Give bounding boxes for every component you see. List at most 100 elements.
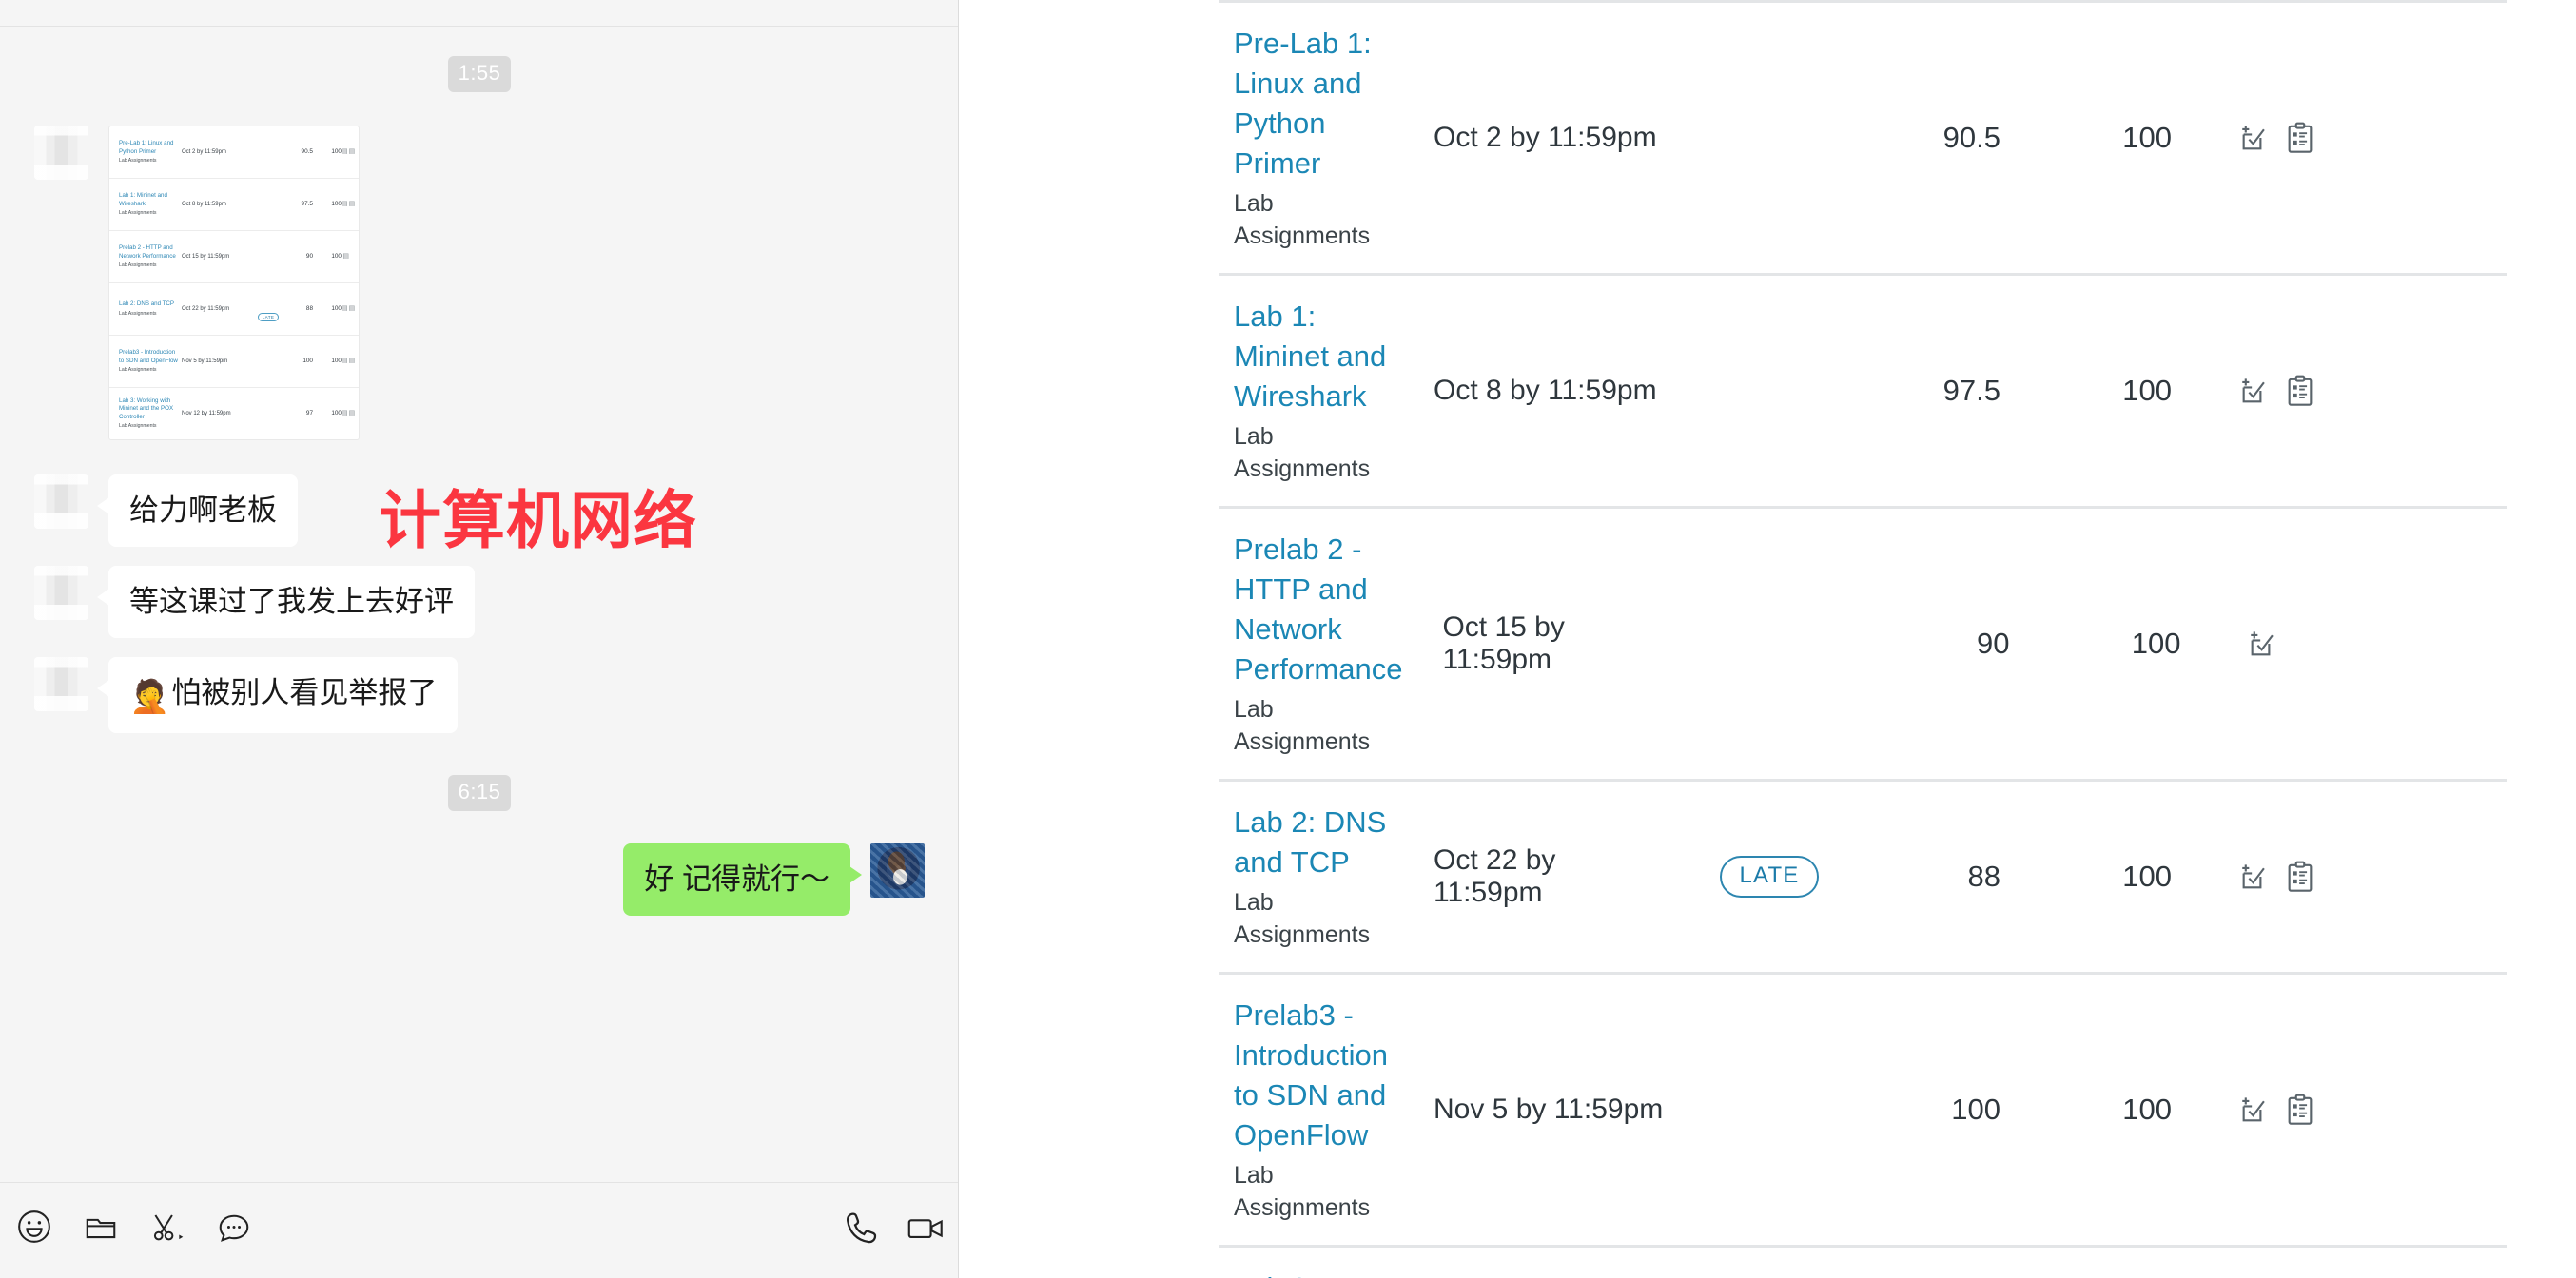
score-details-icon[interactable] <box>2238 861 2271 893</box>
score-cell: 88 <box>305 305 313 312</box>
out-of-cell: 100 <box>2131 627 2181 660</box>
table-row: Lab 1: Mininet and Wireshark Lab Assignm… <box>109 179 359 231</box>
row-icons: ▤▤ <box>342 148 357 155</box>
late-status-badge: LATE <box>1720 856 1819 898</box>
assignment-name-cell: Lab 3: Working with Mininet and the POX … <box>119 397 182 430</box>
table-row[interactable]: Prelab 2 - HTTP and Network Performance … <box>1219 506 2507 779</box>
chat-history-icon[interactable] <box>213 1206 255 1248</box>
rubric-icon[interactable] <box>2286 861 2314 893</box>
table-row[interactable]: Lab 3: Working with Mininet and the POX … <box>1219 1245 2507 1278</box>
assignment-link[interactable]: Prelab 2 - HTTP and Network Performance <box>1234 530 1402 689</box>
score-details-icon[interactable] <box>2238 375 2271 407</box>
image-message-bubble[interactable]: Pre-Lab 1: Linux and Python Primer Lab A… <box>108 126 360 440</box>
chat-message-image: Pre-Lab 1: Linux and Python Primer Lab A… <box>0 126 958 440</box>
assignment-name-cell: Lab 2: DNS and TCP Lab Assignments <box>119 300 182 317</box>
assignment-link[interactable]: Prelab3 - Introduction to SDN and OpenFl… <box>1234 996 1394 1155</box>
avatar[interactable] <box>34 126 88 180</box>
assignment-name-cell: Prelab 2 - HTTP and Network Performance … <box>1219 530 1402 758</box>
score-cell: 97.5 <box>1942 374 2000 407</box>
table-row[interactable]: Lab 1: Mininet and Wireshark Lab Assignm… <box>1219 273 2507 506</box>
scissors-icon[interactable] <box>146 1206 188 1248</box>
assignment-group-label: Lab Assignments <box>1234 696 1371 755</box>
due-date-cell: Oct 22 by 11:59pm <box>1434 844 1556 908</box>
chat-message-list[interactable]: 1:55 Pre-Lab 1: Linux and Python Primer … <box>0 28 958 1181</box>
timestamp-label: 1:55 <box>447 56 512 92</box>
score-cell: 88 <box>1967 860 2000 893</box>
rubric-icon[interactable] <box>2286 122 2314 154</box>
assignment-link[interactable]: Lab 3: Working with Mininet and the POX … <box>1234 1268 1394 1278</box>
assignment-link[interactable]: Lab 2: DNS and TCP <box>1234 803 1394 882</box>
assignment-name-cell: Prelab 2 - HTTP and Network Performance … <box>119 244 182 268</box>
due-date-cell: Oct 22 by 11:59pm <box>182 306 230 312</box>
chat-message-outgoing: 好 记得就行～ <box>0 843 958 916</box>
table-row[interactable]: Prelab3 - Introduction to SDN and OpenFl… <box>1219 972 2507 1245</box>
assignment-group: Lab Assignments <box>119 310 157 317</box>
score-details-icon[interactable] <box>2238 1094 2271 1126</box>
emoji-smiley-icon[interactable] <box>13 1206 55 1248</box>
folder-icon[interactable] <box>80 1206 122 1248</box>
assignment-name-cell: Lab 3: Working with Mininet and the POX … <box>1219 1268 1394 1278</box>
score-cell: 90.5 <box>1942 121 2000 154</box>
rubric-icon[interactable] <box>2286 1094 2314 1126</box>
assignment-group-label: Lab Assignments <box>1234 190 1371 249</box>
avatar[interactable] <box>870 843 925 898</box>
avatar[interactable] <box>34 566 88 620</box>
assignment-link[interactable]: Prelab 2 - HTTP and Network Performance <box>119 244 182 260</box>
assignment-name-cell: Pre-Lab 1: Linux and Python Primer Lab A… <box>1219 24 1394 252</box>
out-of-cell: 100 <box>2122 860 2172 893</box>
table-row[interactable]: Pre-Lab 1: Linux and Python Primer Lab A… <box>1219 0 2507 273</box>
table-row: Lab 3: Working with Mininet and the POX … <box>109 388 359 439</box>
score-cell: 97.5 <box>301 201 313 207</box>
due-date-cell: Nov 5 by 11:59pm <box>182 358 228 364</box>
chat-timestamp-divider: 1:55 <box>0 56 958 92</box>
status-cell: LATE <box>1669 856 1869 898</box>
phone-icon[interactable] <box>841 1208 883 1249</box>
out-of-cell: 100 <box>2122 121 2172 154</box>
canvas-grades-page: Pre-Lab 1: Linux and Python Primer Lab A… <box>960 0 2576 1278</box>
assignment-link[interactable]: Lab 3: Working with Mininet and the POX … <box>119 397 182 421</box>
assignment-name-cell: Lab 1: Mininet and Wireshark Lab Assignm… <box>1219 297 1394 485</box>
assignment-name-cell: Lab 2: DNS and TCP Lab Assignments <box>1219 803 1394 951</box>
assignment-group: Lab Assignments <box>119 157 157 164</box>
score-details-icon[interactable] <box>2238 122 2271 154</box>
assignment-link[interactable]: Lab 2: DNS and TCP <box>119 300 182 308</box>
due-date-cell: Oct 15 by 11:59pm <box>182 254 230 260</box>
message-bubble[interactable]: 好 记得就行～ <box>623 843 862 916</box>
due-date-cell: Oct 15 by 11:59pm <box>1442 611 1565 675</box>
message-bubble[interactable]: 等这课过了我发上去好评 <box>97 566 475 638</box>
score-details-icon[interactable] <box>2247 628 2279 660</box>
table-row: Lab 2: DNS and TCP Lab Assignments Oct 2… <box>109 283 359 336</box>
video-camera-icon[interactable] <box>906 1208 947 1249</box>
watermark-text: 计算机网络 <box>379 484 697 557</box>
wechat-chat-window: 1:55 Pre-Lab 1: Linux and Python Primer … <box>0 0 959 1278</box>
assignment-link[interactable]: Pre-Lab 1: Linux and Python Primer <box>119 140 182 155</box>
out-of-cell: 100 <box>331 253 342 260</box>
score-cell: 90 <box>1976 627 2010 660</box>
due-date-cell: Oct 2 by 11:59pm <box>1434 122 1657 153</box>
table-row: Prelab 2 - HTTP and Network Performance … <box>109 231 359 283</box>
assignment-link[interactable]: Prelab3 - Introduction to SDN and OpenFl… <box>119 349 182 364</box>
chat-message-incoming: 🤦怕被别人看见举报了 <box>0 657 958 733</box>
score-cell: 100 <box>1951 1093 2000 1126</box>
grades-screenshot-thumbnail[interactable]: Pre-Lab 1: Linux and Python Primer Lab A… <box>108 126 360 440</box>
assignment-link[interactable]: Lab 1: Mininet and Wireshark <box>1234 297 1394 416</box>
assignment-group: Lab Assignments <box>119 209 157 216</box>
avatar[interactable] <box>34 657 88 711</box>
score-cell: 100 <box>302 358 313 364</box>
message-bubble[interactable]: 🤦怕被别人看见举报了 <box>96 657 459 733</box>
assignment-group: Lab Assignments <box>119 422 157 429</box>
facepalm-emoji-icon: 🤦 <box>129 679 170 715</box>
message-text: 怕被别人看见举报了 <box>171 676 438 709</box>
rubric-icon[interactable] <box>2286 375 2314 407</box>
assignment-link[interactable]: Lab 1: Mininet and Wireshark <box>119 192 182 207</box>
assignment-name-cell: Prelab3 - Introduction to SDN and OpenFl… <box>119 349 182 373</box>
out-of-cell: 100 <box>331 358 342 364</box>
row-icons: ▤▤ <box>342 201 357 207</box>
due-date-cell: Nov 12 by 11:59pm <box>182 411 231 416</box>
assignment-link[interactable]: Pre-Lab 1: Linux and Python Primer <box>1234 24 1394 184</box>
out-of-cell: 100 <box>331 201 342 207</box>
avatar[interactable] <box>34 474 88 529</box>
table-row[interactable]: Lab 2: DNS and TCP Lab Assignments Oct 2… <box>1219 779 2507 972</box>
out-of-cell: 100 <box>2122 374 2172 407</box>
message-bubble[interactable]: 给力啊老板 <box>97 474 298 547</box>
